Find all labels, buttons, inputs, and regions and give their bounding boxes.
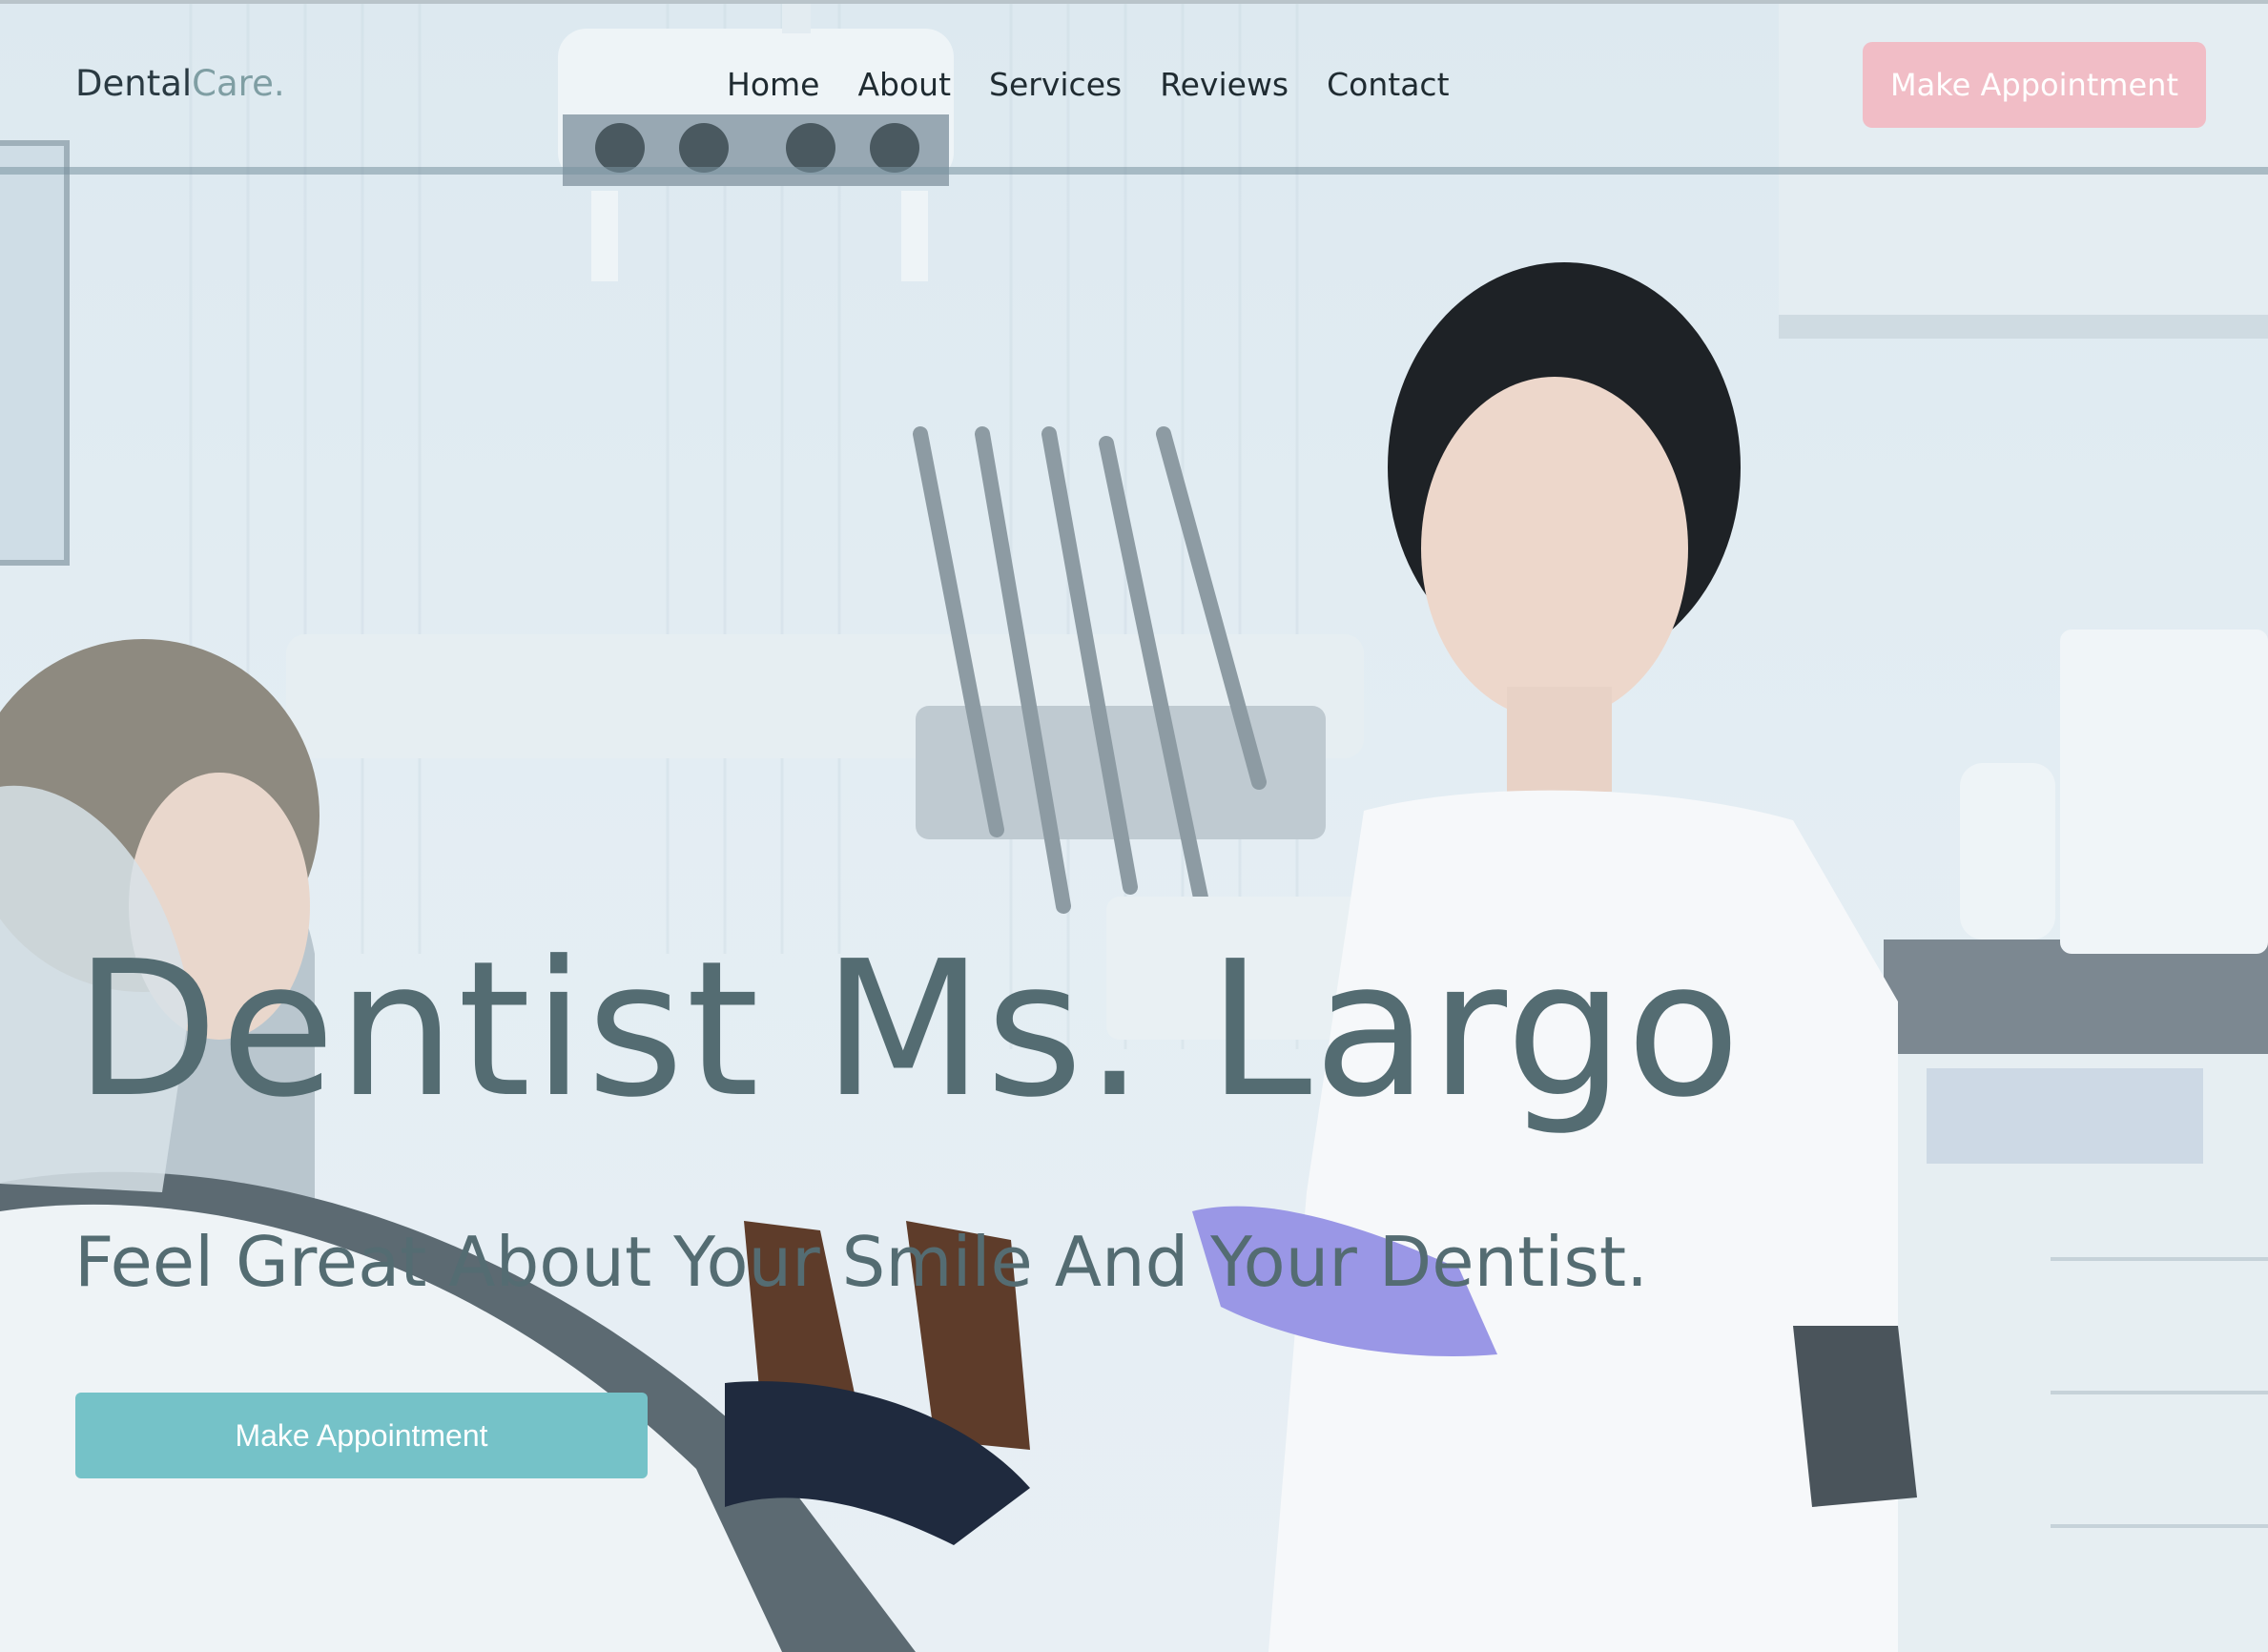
hero-make-appointment-button[interactable]: Make Appointment bbox=[75, 1393, 648, 1478]
nav-link-services[interactable]: Services bbox=[989, 66, 1122, 103]
main-nav: Home About Services Reviews Contact bbox=[727, 59, 1450, 109]
logo-main-text: Dental bbox=[75, 63, 193, 104]
nav-make-appointment-button[interactable]: Make Appointment bbox=[1863, 42, 2206, 128]
nav-link-reviews[interactable]: Reviews bbox=[1160, 66, 1289, 103]
nav-link-about[interactable]: About bbox=[857, 66, 951, 103]
navbar: DentalCare. Home About Services Reviews … bbox=[0, 0, 2268, 175]
nav-link-home[interactable]: Home bbox=[727, 66, 819, 103]
hero-title: Dentist Ms. Largo bbox=[74, 921, 1742, 1139]
navbar-divider bbox=[0, 167, 2268, 175]
brand-logo[interactable]: DentalCare. bbox=[75, 59, 285, 109]
logo-accent-text: Care. bbox=[192, 63, 285, 104]
hero-subtitle: Feel Great About Your Smile And Your Den… bbox=[74, 1222, 1648, 1302]
nav-link-contact[interactable]: Contact bbox=[1327, 66, 1449, 103]
